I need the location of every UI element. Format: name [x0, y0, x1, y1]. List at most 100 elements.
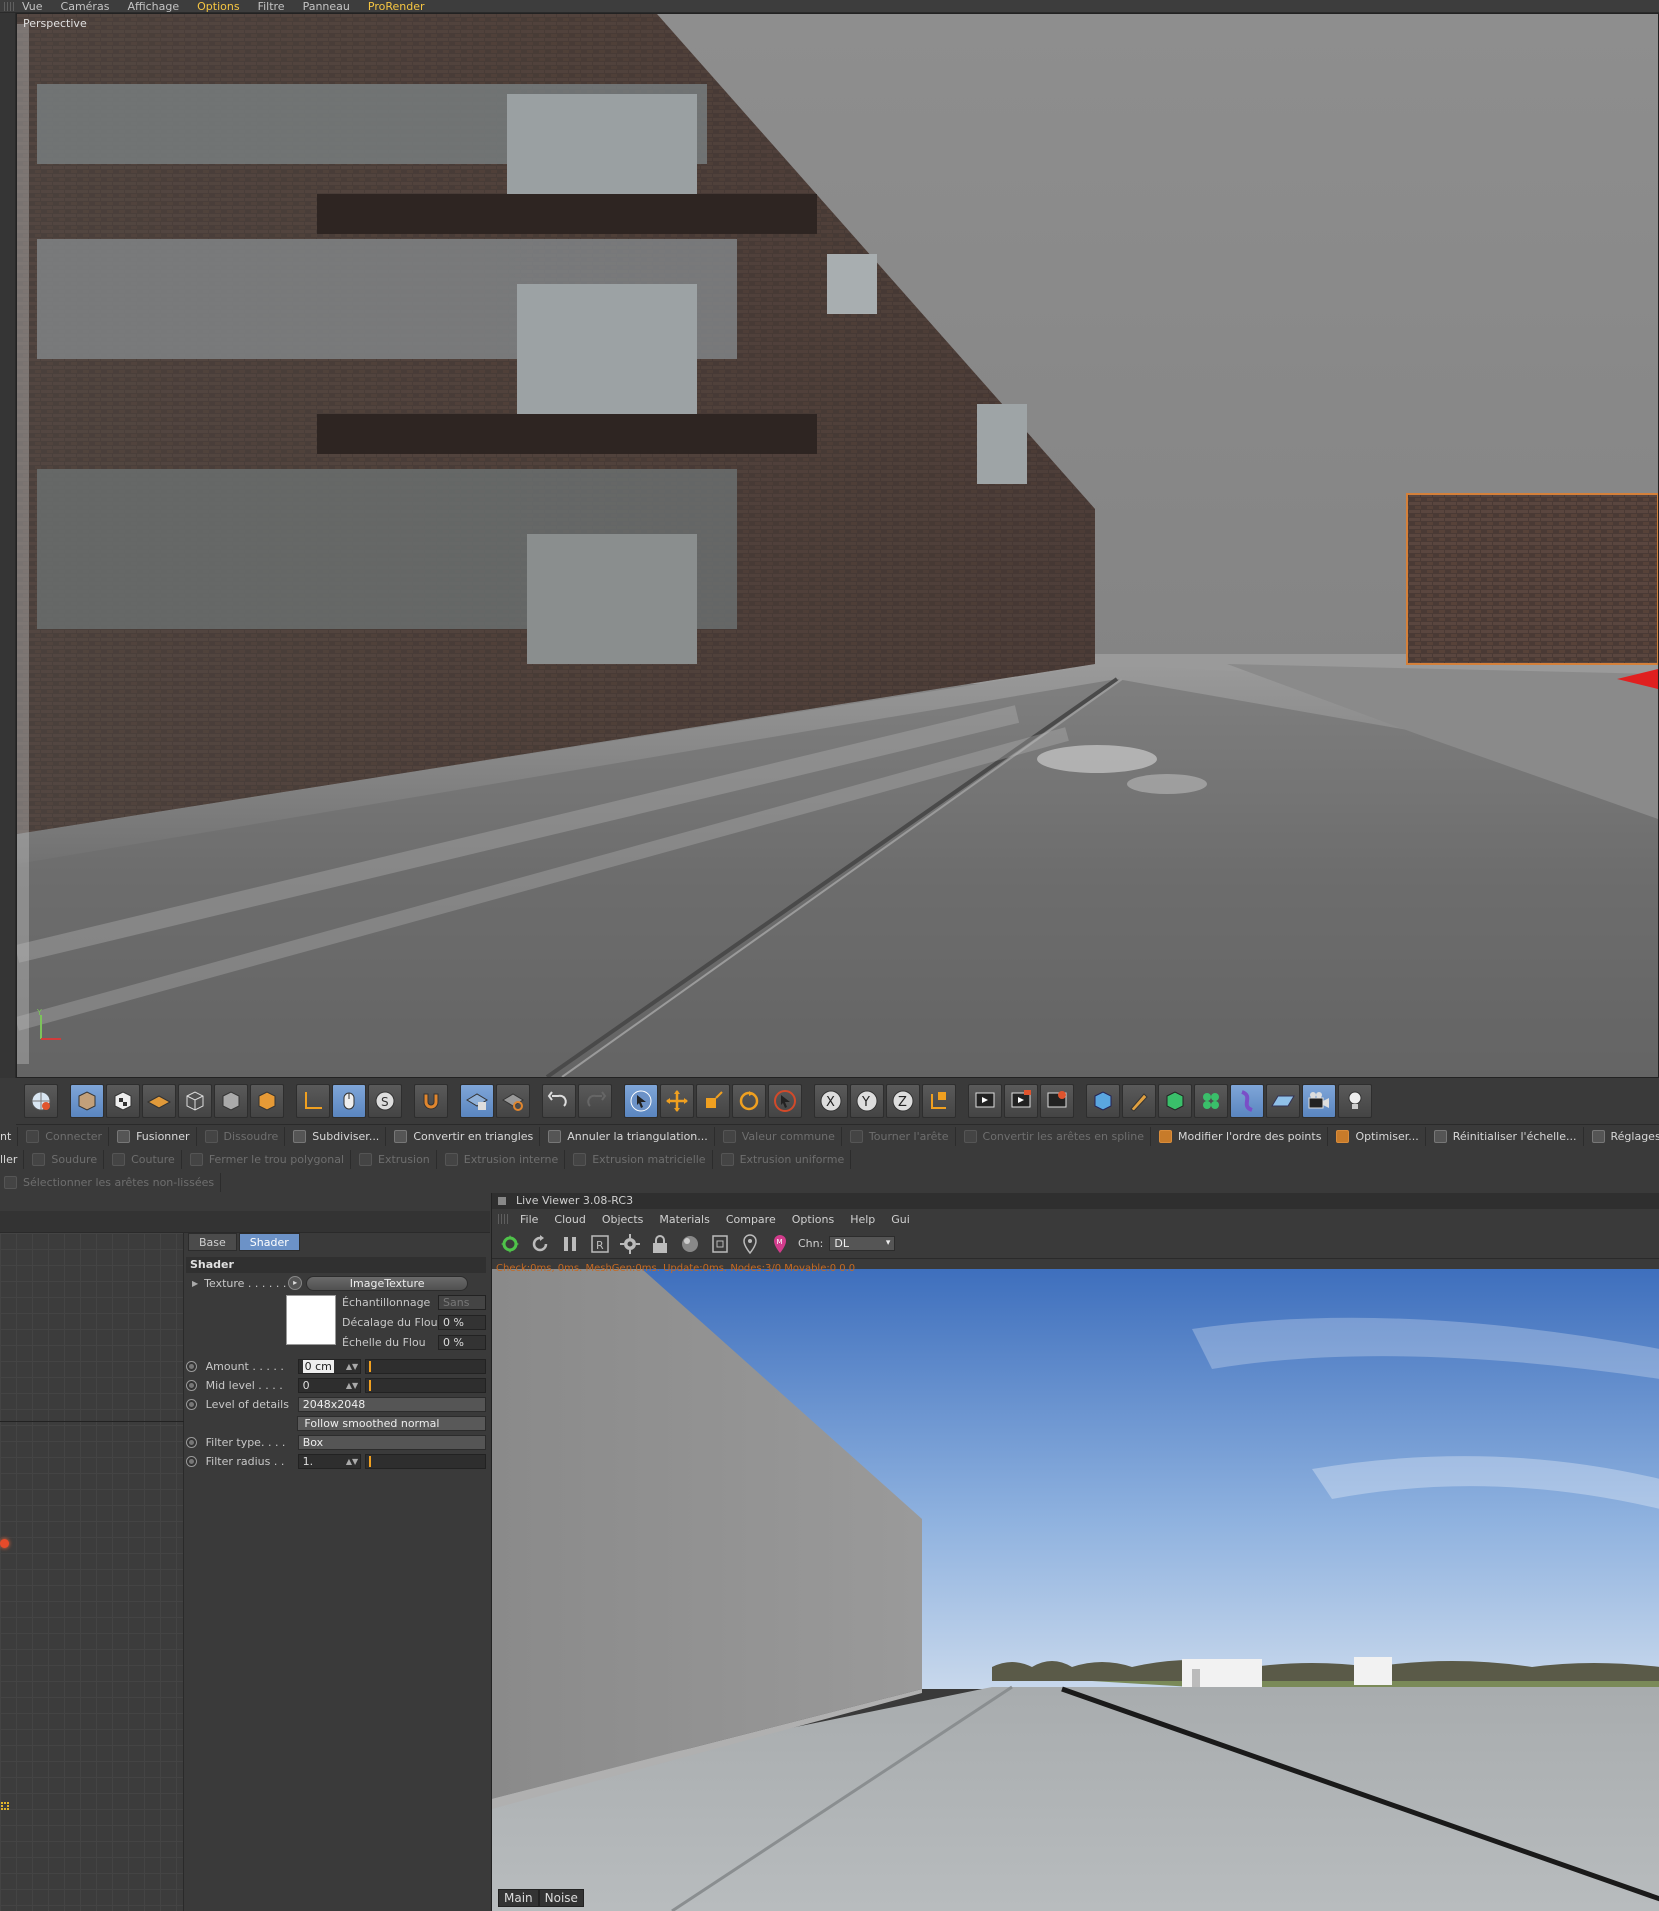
mid-level-field[interactable]: 0 ▲▼ [297, 1378, 362, 1393]
globe-button[interactable] [24, 1084, 58, 1118]
mesh-rotate-button[interactable] [496, 1084, 530, 1118]
menu-vue[interactable]: Vue [22, 0, 43, 13]
floor-button[interactable] [1266, 1084, 1300, 1118]
amount-field[interactable]: 0 cm ▲▼ [297, 1359, 362, 1374]
command-s-lectionner-les-ar-tes-non-liss-es[interactable]: Sélectionner les arêtes non-lissées [0, 1172, 222, 1192]
command-couture[interactable]: Couture [108, 1150, 182, 1169]
orange-cube-button[interactable] [250, 1084, 284, 1118]
move-button[interactable] [660, 1084, 694, 1118]
lv-menu-gui[interactable]: Gui [891, 1213, 910, 1226]
blur-offset-field[interactable]: 0 % [438, 1315, 486, 1330]
command-r-initialiser-l-chelle[interactable]: Réinitialiser l'échelle... [1430, 1127, 1584, 1146]
channel-dropdown[interactable]: DL [829, 1236, 896, 1251]
filter-radius-slider[interactable] [365, 1454, 486, 1469]
texture-swatch[interactable] [286, 1295, 336, 1345]
pick-icon[interactable] [738, 1232, 762, 1256]
filter-radius-field[interactable]: 1. ▲▼ [297, 1454, 362, 1469]
mid-level-anim-icon[interactable] [186, 1380, 197, 1391]
truncated-command[interactable]: ller [0, 1150, 25, 1169]
light-button[interactable] [1338, 1084, 1372, 1118]
axis-button[interactable] [296, 1084, 330, 1118]
frame-icon[interactable] [708, 1232, 732, 1256]
node-port-yellow-icon[interactable] [1, 1802, 9, 1810]
command-extrusion-interne[interactable]: Extrusion interne [441, 1150, 566, 1169]
restart-icon[interactable] [528, 1232, 552, 1256]
command-fermer-le-trou-polygonal[interactable]: Fermer le trou polygonal [186, 1150, 352, 1169]
lv-menu-file[interactable]: File [520, 1213, 538, 1226]
menu-panneau[interactable]: Panneau [303, 0, 350, 13]
lv-menu-help[interactable]: Help [850, 1213, 875, 1226]
sampling-field[interactable]: Sans [438, 1295, 486, 1310]
lv-menu-objects[interactable]: Objects [602, 1213, 644, 1226]
command-soudure[interactable]: Soudure [28, 1150, 105, 1169]
command-extrusion-uniforme[interactable]: Extrusion uniforme [717, 1150, 852, 1169]
level-details-anim-icon[interactable] [186, 1399, 197, 1410]
command-connecter[interactable]: Connecter [22, 1127, 110, 1146]
lv-menu-cloud[interactable]: Cloud [554, 1213, 585, 1226]
array-button[interactable] [1194, 1084, 1228, 1118]
tab-base[interactable]: Base [188, 1233, 237, 1251]
undo-button[interactable] [542, 1084, 576, 1118]
menu-prorender[interactable]: ProRender [368, 0, 425, 13]
truncated-command[interactable]: nt [0, 1127, 19, 1146]
lv-menu-options[interactable]: Options [792, 1213, 834, 1226]
start-render-icon[interactable] [498, 1232, 522, 1256]
mesh-lock-button[interactable] [460, 1084, 494, 1118]
command-convertir-les-ar-tes-en-spline[interactable]: Convertir les arêtes en spline [960, 1127, 1152, 1146]
checker-cube-button[interactable] [106, 1084, 140, 1118]
lv-menu-compare[interactable]: Compare [726, 1213, 776, 1226]
marker-m-icon[interactable]: M [768, 1232, 792, 1256]
select-button[interactable] [624, 1084, 658, 1118]
rotate-button[interactable] [732, 1084, 766, 1118]
pen-button[interactable] [1122, 1084, 1156, 1118]
live-viewer-render[interactable]: Main Noise [492, 1269, 1659, 1911]
command-r-glages-de-mod-lisation[interactable]: Réglages de modélisation [1588, 1127, 1659, 1146]
subdivision-button[interactable] [1158, 1084, 1192, 1118]
command-convertir-en-triangles[interactable]: Convertir en triangles [390, 1127, 541, 1146]
node-editor-grid[interactable] [0, 1233, 184, 1911]
command-subdiviser[interactable]: Subdiviser... [289, 1127, 387, 1146]
lv-menu-materials[interactable]: Materials [659, 1213, 709, 1226]
live-select-button[interactable] [768, 1084, 802, 1118]
shaded-cube-button[interactable] [214, 1084, 248, 1118]
filter-type-anim-icon[interactable] [186, 1437, 197, 1448]
tab-noise[interactable]: Noise [538, 1889, 584, 1907]
render-settings-button[interactable] [1040, 1084, 1074, 1118]
node-port-red-icon[interactable] [0, 1539, 9, 1548]
material-sphere-icon[interactable] [678, 1232, 702, 1256]
image-texture-button[interactable]: ImageTexture [306, 1275, 469, 1291]
scale-button[interactable] [696, 1084, 730, 1118]
snap-s-button[interactable]: S [368, 1084, 402, 1118]
settings-gear-icon[interactable] [618, 1232, 642, 1256]
texture-menu-button[interactable]: ▸ [288, 1276, 303, 1290]
camera-button[interactable] [1302, 1084, 1336, 1118]
render-picture-button[interactable] [1004, 1084, 1038, 1118]
grip-icon[interactable] [4, 2, 16, 11]
amount-anim-icon[interactable] [186, 1361, 197, 1372]
region-r-icon[interactable]: R [588, 1232, 612, 1256]
deformer-button[interactable] [1230, 1084, 1264, 1118]
tab-main[interactable]: Main [498, 1889, 539, 1907]
mouse-button[interactable] [332, 1084, 366, 1118]
mid-level-slider[interactable] [365, 1378, 486, 1393]
command-valeur-commune[interactable]: Valeur commune [719, 1127, 842, 1146]
pause-icon[interactable] [558, 1232, 582, 1256]
wire-cube-button[interactable] [178, 1084, 212, 1118]
render-view-button[interactable] [968, 1084, 1002, 1118]
z-axis-button[interactable]: Z [886, 1084, 920, 1118]
coordinate-button[interactable] [922, 1084, 956, 1118]
menu-options[interactable]: Options [197, 0, 239, 13]
level-details-dropdown[interactable]: 2048x2048 [297, 1397, 486, 1412]
menu-filtre[interactable]: Filtre [258, 0, 285, 13]
amount-slider[interactable] [365, 1359, 486, 1374]
perspective-viewport[interactable]: Perspective Y [16, 13, 1659, 1078]
tab-shader[interactable]: Shader [238, 1233, 300, 1251]
command-modifier-l-ordre-des-points[interactable]: Modifier l'ordre des points [1155, 1127, 1329, 1146]
command-annuler-la-triangulation[interactable]: Annuler la triangulation... [544, 1127, 715, 1146]
lock-icon[interactable] [648, 1232, 672, 1256]
command-fusionner[interactable]: Fusionner [113, 1127, 197, 1146]
filter-radius-anim-icon[interactable] [186, 1456, 197, 1467]
command-tourner-l-ar-te[interactable]: Tourner l'arête [846, 1127, 956, 1146]
filter-type-dropdown[interactable]: Box [297, 1435, 486, 1450]
command-extrusion[interactable]: Extrusion [355, 1150, 437, 1169]
